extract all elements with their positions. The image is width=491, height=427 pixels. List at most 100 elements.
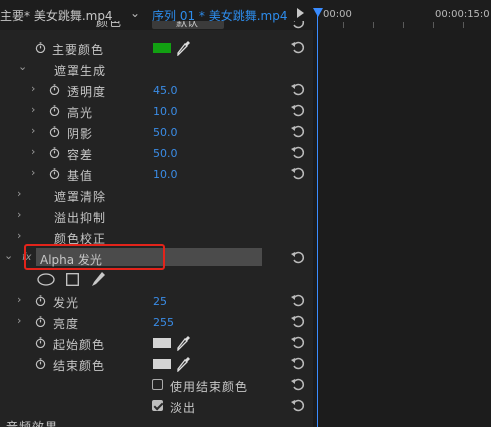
reset-icon[interactable] (291, 314, 305, 328)
effect-timeline[interactable]: 00:00 00:00:15:0 (313, 0, 491, 427)
property-label: 主要颜色 (52, 43, 105, 57)
section-label: 音频效果 (6, 420, 59, 427)
property-label: 透明度 (67, 85, 107, 99)
stopwatch-icon[interactable] (49, 126, 60, 137)
main-color-swatch[interactable] (153, 43, 171, 53)
chevron-right-icon[interactable]: › (31, 124, 35, 137)
chevron-down-icon[interactable]: ⌄ (18, 60, 27, 73)
property-label: 高光 (67, 106, 94, 120)
stopwatch-icon[interactable] (35, 295, 46, 306)
property-label: 发光 (53, 296, 80, 310)
fade-out-row: 淡出 (0, 396, 313, 417)
ruler-tick (463, 22, 464, 28)
chevron-right-icon[interactable]: › (17, 314, 21, 327)
reset-icon[interactable] (291, 145, 305, 159)
chevron-right-icon[interactable]: › (17, 229, 21, 242)
reset-icon[interactable] (291, 377, 305, 391)
reset-icon[interactable] (291, 250, 305, 264)
use-end-color-checkbox[interactable] (152, 379, 163, 390)
reset-icon[interactable] (291, 335, 305, 349)
end-color-swatch[interactable] (153, 359, 171, 369)
reset-icon[interactable] (291, 82, 305, 96)
ellipse-mask-icon[interactable] (37, 273, 55, 286)
stopwatch-icon[interactable] (49, 168, 60, 179)
shadow-value[interactable]: 50.0 (153, 126, 178, 139)
tolerance-row: › 容差 50.0 (0, 143, 313, 164)
stopwatch-icon[interactable] (35, 337, 46, 348)
time-ruler[interactable]: 00:00 00:00:15:0 (313, 0, 491, 30)
stopwatch-icon[interactable] (35, 358, 46, 369)
stopwatch-icon[interactable] (49, 84, 60, 95)
pedestal-value[interactable]: 10.0 (153, 168, 178, 181)
highlight-row: › 高光 10.0 (0, 101, 313, 122)
group-label: 遮罩清除 (54, 190, 107, 204)
property-label: 颜色 (96, 21, 123, 29)
audio-effects-header[interactable]: 音频效果 (0, 417, 313, 427)
ruler-tick (373, 22, 374, 28)
playhead-handle[interactable] (313, 8, 323, 17)
color-select-row: 颜色 默认 (0, 21, 313, 31)
chevron-right-icon[interactable]: › (17, 187, 21, 200)
mask-tools-row (0, 270, 313, 291)
property-label: 起始颜色 (53, 338, 106, 352)
stopwatch-icon[interactable] (35, 316, 46, 327)
chevron-down-icon[interactable]: ⌄ (130, 6, 140, 20)
chevron-right-icon[interactable]: › (31, 82, 35, 95)
stopwatch-icon[interactable] (49, 147, 60, 158)
reset-icon[interactable] (291, 398, 305, 412)
opacity-value[interactable]: 45.0 (153, 84, 178, 97)
chevron-right-icon[interactable]: › (17, 208, 21, 221)
color-dropdown[interactable]: 默认 (152, 21, 224, 29)
ruler-tick (433, 22, 434, 28)
start-color-row: 起始颜色 (0, 333, 313, 354)
glow-row: › 发光 25 (0, 291, 313, 312)
pedestal-row: › 基值 10.0 (0, 164, 313, 185)
eyedropper-icon[interactable] (177, 356, 191, 372)
checkbox-label: 使用结束颜色 (170, 380, 249, 394)
reset-icon[interactable] (291, 103, 305, 117)
reset-icon[interactable] (291, 40, 305, 54)
property-label: 阴影 (67, 127, 94, 141)
group-label: 遮罩生成 (54, 64, 107, 78)
reset-icon[interactable] (291, 293, 305, 307)
shadow-row: › 阴影 50.0 (0, 122, 313, 143)
spill-suppression-group[interactable]: › 溢出抑制 (0, 206, 313, 227)
fade-out-checkbox[interactable] (152, 400, 163, 411)
stopwatch-icon[interactable] (35, 42, 46, 53)
ruler-tick (403, 22, 404, 28)
pen-mask-icon[interactable] (91, 271, 106, 287)
dropdown-value: 默认 (176, 21, 198, 29)
reset-icon[interactable] (291, 21, 305, 29)
playhead-line[interactable] (317, 14, 318, 427)
rectangle-mask-icon[interactable] (66, 273, 79, 286)
play-icon[interactable] (297, 8, 304, 18)
reset-icon[interactable] (291, 166, 305, 180)
mask-clean-group[interactable]: › 遮罩清除 (0, 185, 313, 206)
timecode-start: 00:00 (323, 9, 352, 20)
reset-icon[interactable] (291, 124, 305, 138)
glow-value[interactable]: 25 (153, 295, 167, 308)
eyedropper-icon[interactable] (177, 335, 191, 351)
chevron-right-icon[interactable]: › (31, 166, 35, 179)
group-label: 溢出抑制 (54, 211, 107, 225)
chevron-right-icon[interactable]: › (31, 145, 35, 158)
timecode-15s: 00:00:15:0 (435, 9, 490, 20)
highlight-value[interactable]: 10.0 (153, 105, 178, 118)
opacity-row: › 透明度 45.0 (0, 80, 313, 101)
start-color-swatch[interactable] (153, 338, 171, 348)
brightness-row: › 亮度 255 (0, 312, 313, 333)
eyedropper-icon[interactable] (177, 40, 191, 56)
use-end-color-row: 使用结束颜色 (0, 375, 313, 396)
ruler-tick (343, 22, 344, 28)
chevron-down-icon[interactable]: ⌄ (4, 249, 13, 262)
stopwatch-icon[interactable] (49, 105, 60, 116)
brightness-value[interactable]: 255 (153, 316, 174, 329)
property-label: 容差 (67, 148, 94, 162)
annotation-highlight-box (24, 244, 165, 270)
mask-generation-group[interactable]: ⌄ 遮罩生成 (0, 59, 313, 80)
end-color-row: 结束颜色 (0, 354, 313, 375)
reset-icon[interactable] (291, 356, 305, 370)
chevron-right-icon[interactable]: › (17, 293, 21, 306)
tolerance-value[interactable]: 50.0 (153, 147, 178, 160)
chevron-right-icon[interactable]: › (31, 103, 35, 116)
